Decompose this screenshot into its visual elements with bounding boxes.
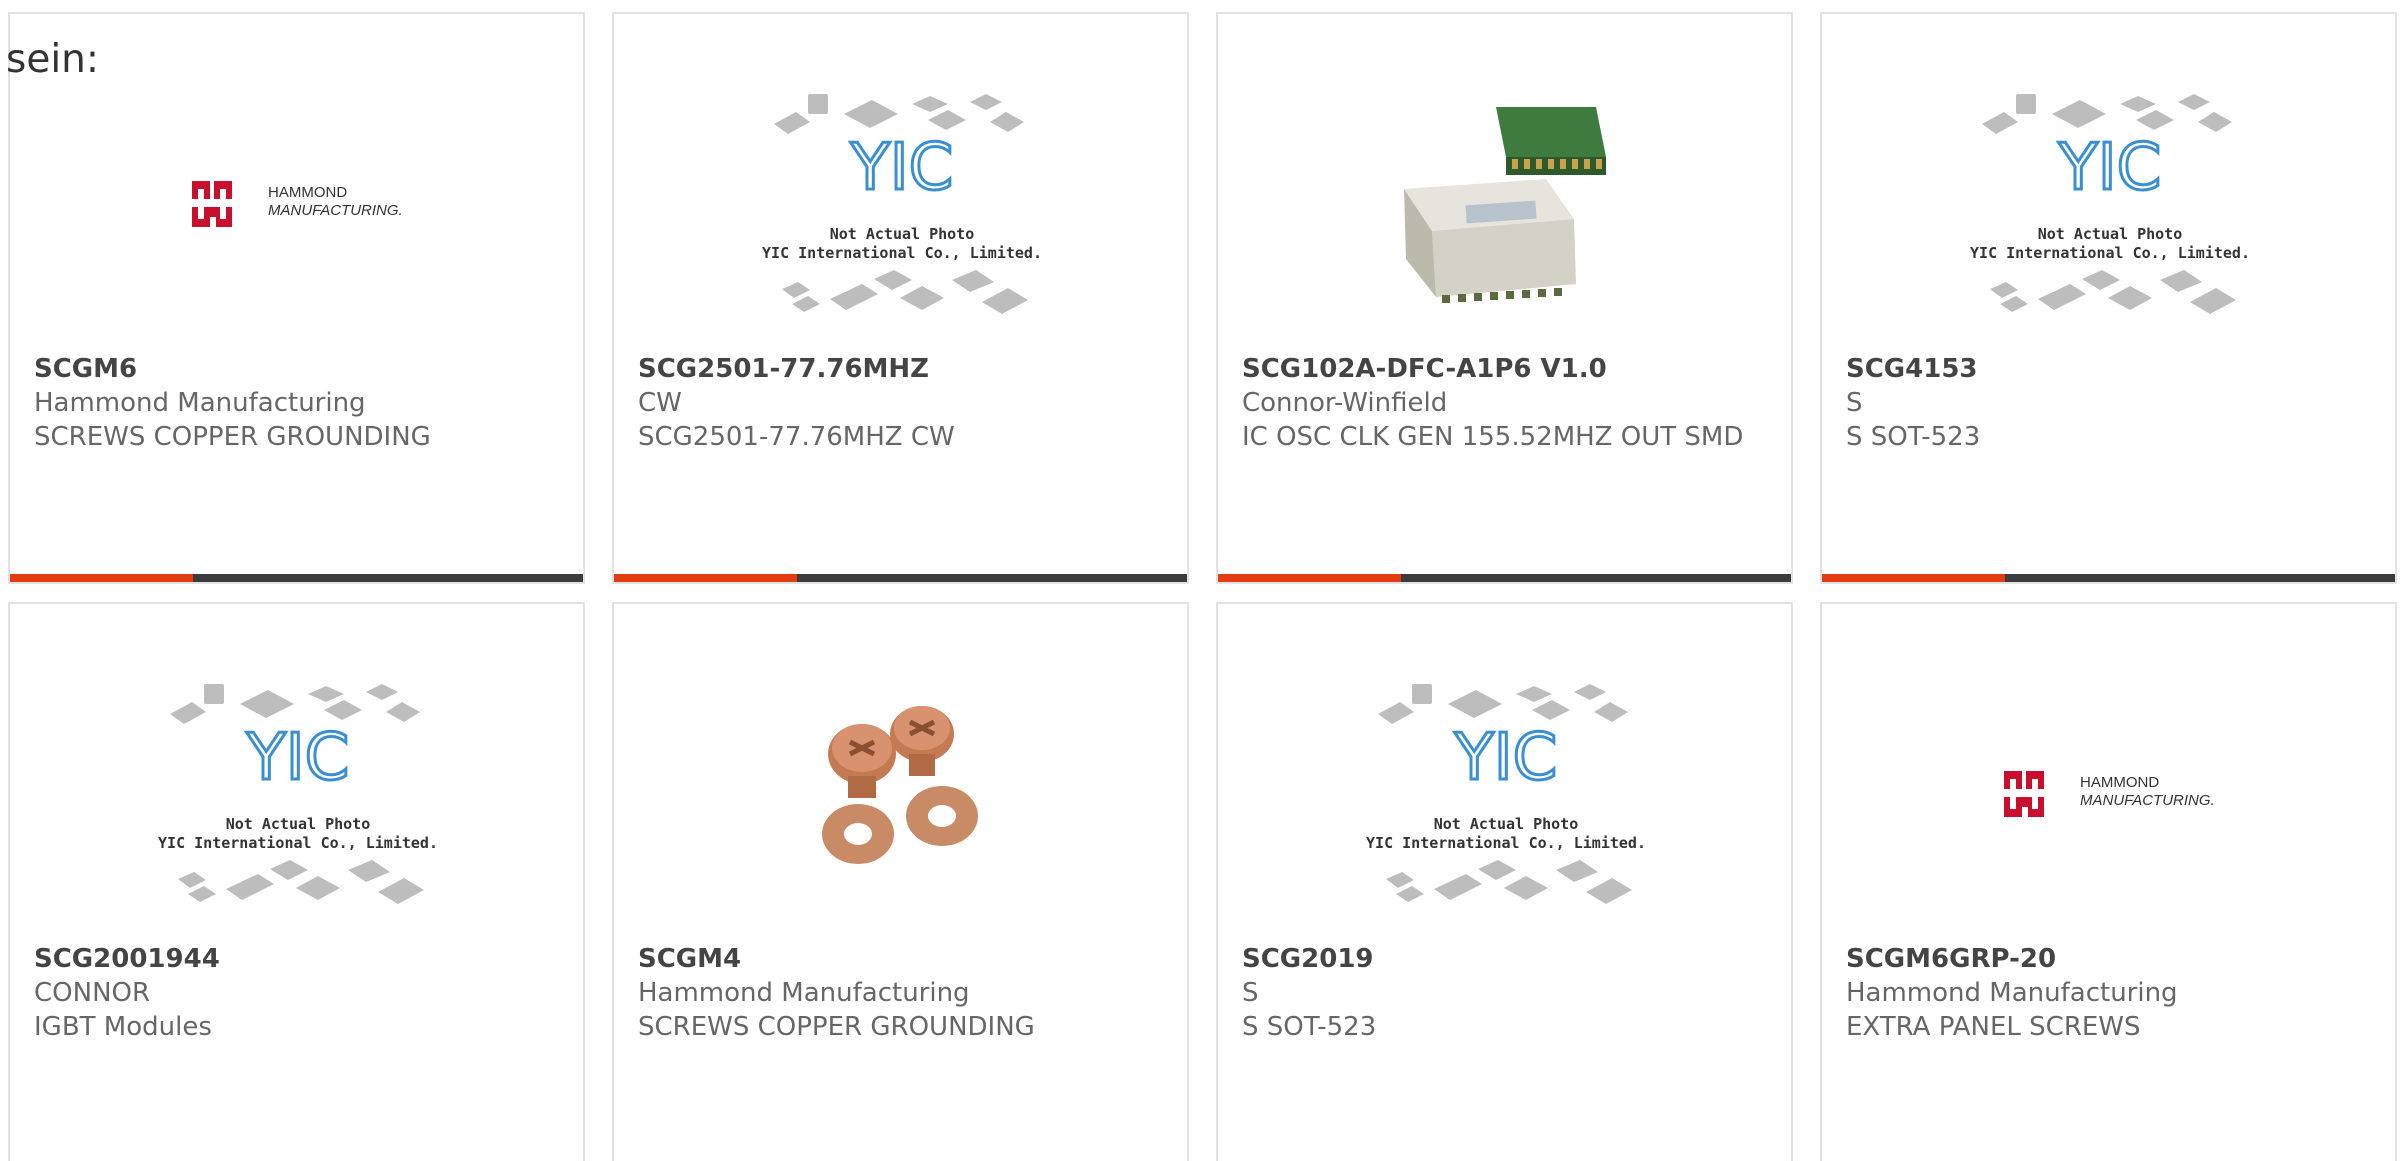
logo-line2: MANUFACTURING. xyxy=(2080,792,2215,809)
yic-placeholder-image[interactable]: YIC Not Actual Photo YIC International C… xyxy=(148,644,448,944)
product-info: SCG2501-77.76MHZ CW SCG2501-77.76MHZ CW xyxy=(638,352,1167,454)
svg-text:YIC International Co., Limited: YIC International Co., Limited. xyxy=(1366,834,1646,852)
svg-text:Not Actual Photo: Not Actual Photo xyxy=(226,815,371,833)
manufacturer: CW xyxy=(638,388,682,418)
yic-placeholder-image[interactable]: YIC Not Actual Photo YIC International C… xyxy=(752,54,1052,354)
copper-screws-photo-image[interactable] xyxy=(752,644,1052,944)
part-number[interactable]: SCG2501-77.76MHZ xyxy=(638,352,1167,386)
svg-text:Not Actual Photo: Not Actual Photo xyxy=(1434,815,1579,833)
description: SCREWS COPPER GROUNDING xyxy=(638,1012,1035,1042)
hammond-logo-image[interactable]: HAMMOND MANUFACTURING. xyxy=(148,54,448,354)
card-bottom-bar xyxy=(1822,574,2395,582)
description: IC OSC CLK GEN 155.52MHZ OUT SMD xyxy=(1242,422,1744,452)
svg-text:YIC: YIC xyxy=(2058,131,2162,205)
manufacturer: Hammond Manufacturing xyxy=(34,388,366,418)
chip-placeholder-icon: YIC Not Actual Photo YIC International C… xyxy=(1970,94,2250,314)
card-bottom-bar xyxy=(1218,574,1791,582)
part-number[interactable]: SCGM6GRP-20 xyxy=(1846,942,2375,976)
product-card[interactable]: YIC Not Actual Photo YIC International C… xyxy=(612,12,1189,584)
intro-text: sein: xyxy=(6,37,100,82)
logo-line2: MANUFACTURING. xyxy=(268,202,403,219)
manufacturer: Connor-Winfield xyxy=(1242,388,1448,418)
svg-text:YIC International Co., Limited: YIC International Co., Limited. xyxy=(158,834,438,852)
part-number[interactable]: SCG102A-DFC-A1P6 V1.0 xyxy=(1242,352,1771,386)
copper-screws-icon xyxy=(822,706,978,864)
product-card[interactable]: YIC Not Actual Photo YIC International C… xyxy=(8,602,585,1161)
svg-text:YIC: YIC xyxy=(1454,721,1558,795)
manufacturer: CONNOR xyxy=(34,978,151,1008)
card-accent-bar xyxy=(1218,574,1401,582)
svg-text:Not Actual Photo: Not Actual Photo xyxy=(830,225,975,243)
description: S SOT-523 xyxy=(1242,1012,1377,1042)
oscillator-photo-icon xyxy=(1404,107,1606,303)
svg-text:YIC International Co., Limited: YIC International Co., Limited. xyxy=(762,244,1042,262)
hammond-logo-icon xyxy=(2004,771,2044,817)
chip-placeholder-icon: YIC Not Actual Photo YIC International C… xyxy=(158,684,438,904)
card-accent-bar xyxy=(10,574,193,582)
oscillator-photo-image[interactable] xyxy=(1356,54,1656,354)
part-number[interactable]: SCG4153 xyxy=(1846,352,2375,386)
description: EXTRA PANEL SCREWS xyxy=(1846,1012,2141,1042)
product-info: SCG2019 S S SOT-523 xyxy=(1242,942,1771,1044)
description: S SOT-523 xyxy=(1846,422,1981,452)
svg-text:YIC: YIC xyxy=(246,721,350,795)
svg-text:YIC International Co., Limited: YIC International Co., Limited. xyxy=(1970,244,2250,262)
logo-line1: HAMMOND xyxy=(268,184,347,201)
logo-line1: HAMMOND xyxy=(2080,774,2159,791)
manufacturer: S xyxy=(1846,388,1863,418)
product-info: SCG2001944 CONNOR IGBT Modules xyxy=(34,942,563,1044)
description: SCG2501-77.76MHZ CW xyxy=(638,422,955,452)
product-card[interactable]: HAMMOND MANUFACTURING. SCGM6 Hammond Man… xyxy=(8,12,585,584)
product-card[interactable]: YIC Not Actual Photo YIC International C… xyxy=(1820,12,2397,584)
svg-text:Not Actual Photo: Not Actual Photo xyxy=(2038,225,2183,243)
yic-placeholder-image[interactable]: YIC Not Actual Photo YIC International C… xyxy=(1356,644,1656,944)
manufacturer: Hammond Manufacturing xyxy=(1846,978,2178,1008)
product-card[interactable]: SCGM4 Hammond Manufacturing SCREWS COPPE… xyxy=(612,602,1189,1161)
part-number[interactable]: SCGM6 xyxy=(34,352,563,386)
description: SCREWS COPPER GROUNDING xyxy=(34,422,431,452)
description: IGBT Modules xyxy=(34,1012,212,1042)
yic-placeholder-image[interactable]: YIC Not Actual Photo YIC International C… xyxy=(1960,54,2260,354)
manufacturer: S xyxy=(1242,978,1259,1008)
svg-text:YIC: YIC xyxy=(850,131,954,205)
product-card[interactable]: YIC Not Actual Photo YIC International C… xyxy=(1216,602,1793,1161)
product-card[interactable]: HAMMOND MANUFACTURING. SCGM6GRP-20 Hammo… xyxy=(1820,602,2397,1161)
product-grid-page: sein: HAMMOND MANUFACTURING. SCGM6 Hammo… xyxy=(0,0,2400,1161)
card-bottom-bar xyxy=(614,574,1187,582)
product-info: SCGM6GRP-20 Hammond Manufacturing EXTRA … xyxy=(1846,942,2375,1044)
product-info: SCG4153 S S SOT-523 xyxy=(1846,352,2375,454)
manufacturer: Hammond Manufacturing xyxy=(638,978,970,1008)
card-accent-bar xyxy=(1822,574,2005,582)
product-card[interactable]: SCG102A-DFC-A1P6 V1.0 Connor-Winfield IC… xyxy=(1216,12,1793,584)
part-number[interactable]: SCG2001944 xyxy=(34,942,563,976)
part-number[interactable]: SCG2019 xyxy=(1242,942,1771,976)
product-info: SCG102A-DFC-A1P6 V1.0 Connor-Winfield IC… xyxy=(1242,352,1771,454)
part-number[interactable]: SCGM4 xyxy=(638,942,1167,976)
card-accent-bar xyxy=(614,574,797,582)
card-bottom-bar xyxy=(10,574,583,582)
product-info: SCGM4 Hammond Manufacturing SCREWS COPPE… xyxy=(638,942,1167,1044)
chip-placeholder-icon: YIC Not Actual Photo YIC International C… xyxy=(762,94,1042,314)
hammond-logo-image[interactable]: HAMMOND MANUFACTURING. xyxy=(1960,644,2260,944)
chip-placeholder-icon: YIC Not Actual Photo YIC International C… xyxy=(1366,684,1646,904)
product-info: SCGM6 Hammond Manufacturing SCREWS COPPE… xyxy=(34,352,563,454)
hammond-logo-icon xyxy=(192,181,232,227)
